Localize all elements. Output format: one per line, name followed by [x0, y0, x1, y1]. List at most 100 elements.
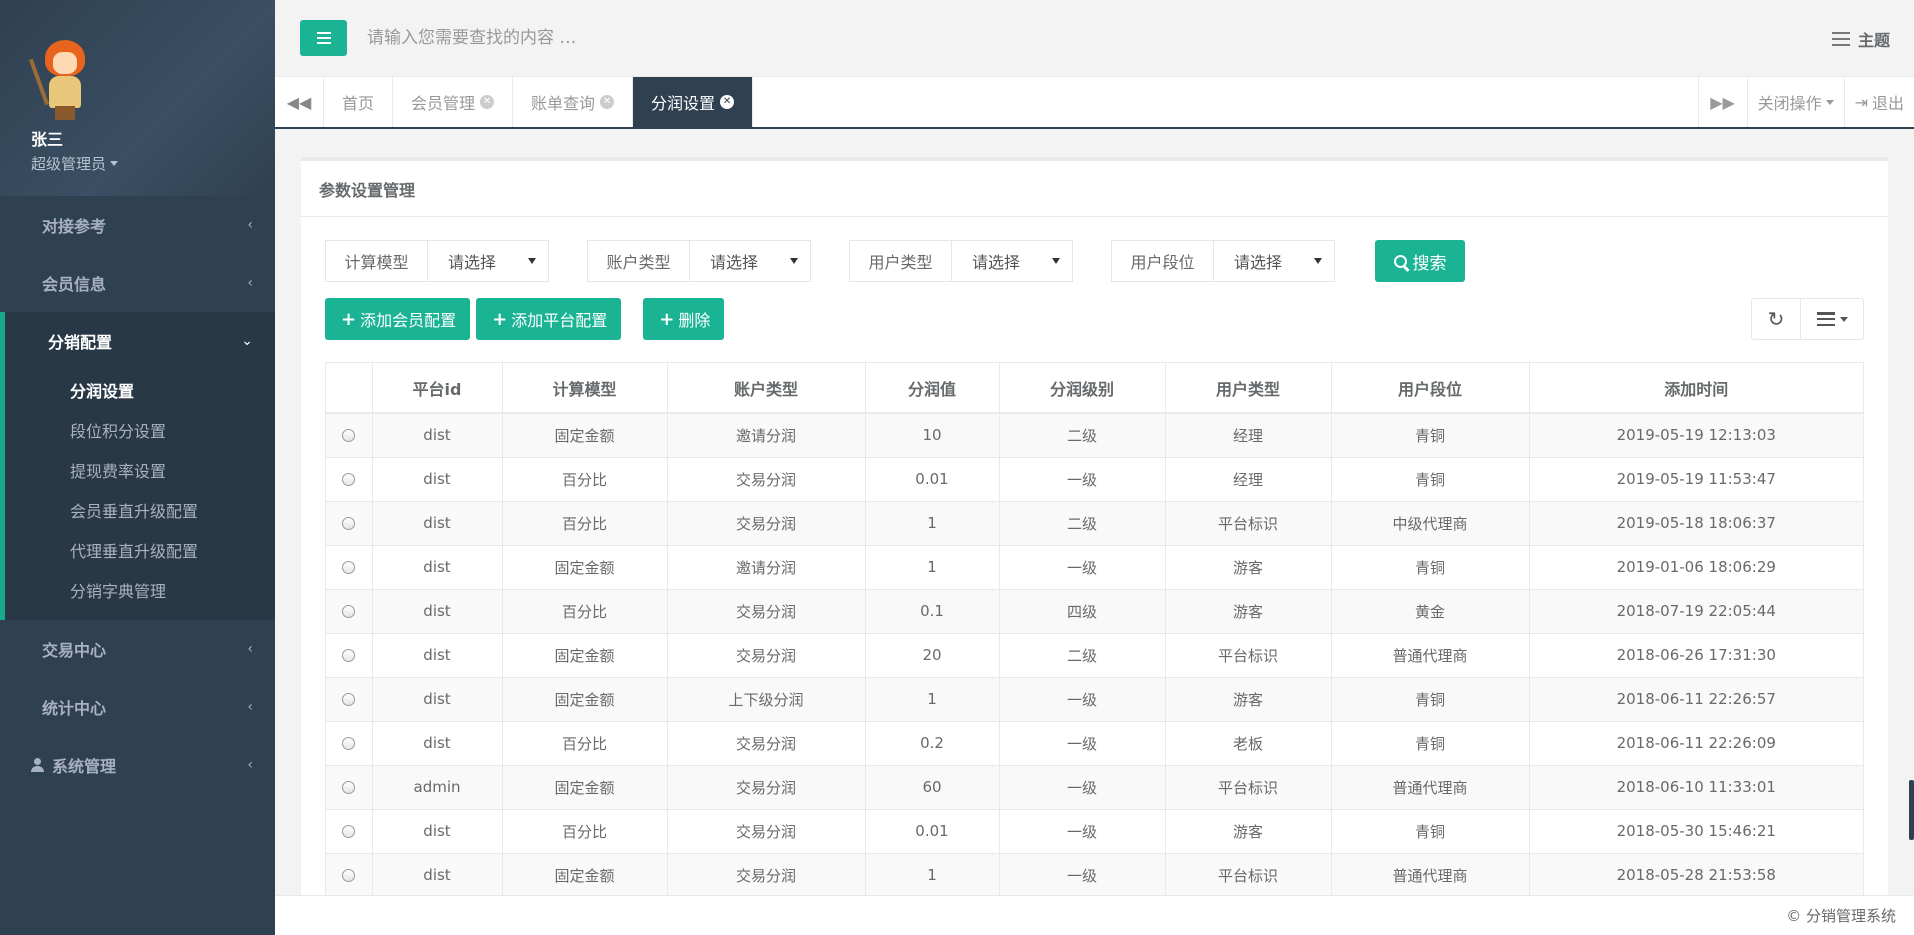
- row-select-cell: [326, 852, 373, 897]
- tab-profit-settings[interactable]: 分润设置 ✕: [633, 77, 754, 127]
- row-radio[interactable]: [342, 561, 356, 574]
- table-cell: 游客: [1165, 676, 1332, 721]
- tab-member-management[interactable]: 会员管理 ✕: [393, 77, 514, 127]
- close-operations-dropdown[interactable]: 关闭操作: [1746, 77, 1844, 127]
- theme-button[interactable]: 主题: [1831, 27, 1890, 51]
- close-icon[interactable]: ✕: [600, 95, 615, 109]
- close-icon[interactable]: ✕: [720, 95, 735, 109]
- calc-model-select[interactable]: 请选择: [428, 241, 548, 281]
- avatar[interactable]: [28, 38, 101, 120]
- submenu-item-agent-upgrade[interactable]: 代理垂直升级配置: [5, 530, 275, 570]
- table-cell: 交易分润: [667, 456, 866, 501]
- tab-bill-query[interactable]: 账单查询 ✕: [513, 77, 634, 127]
- column-header[interactable]: 分润级别: [999, 363, 1166, 414]
- logout-icon: ⇥: [1854, 92, 1868, 112]
- table-cell: 交易分润: [667, 808, 866, 853]
- table-row[interactable]: dist 固定金额 邀请分润 10 二级 经理 青铜 2019-05-19 12:13:03: [326, 412, 1863, 457]
- submenu-item-member-upgrade[interactable]: 会员垂直升级配置: [5, 490, 275, 530]
- sidebar-item-stats-center[interactable]: 统计中心 ‹: [0, 678, 275, 736]
- sidebar-item-docking-reference[interactable]: 对接参考 ‹: [0, 196, 275, 254]
- menu-toggle-button[interactable]: [300, 20, 347, 56]
- tab-scroll-left-button[interactable]: ◀◀: [275, 77, 324, 127]
- user-role-dropdown[interactable]: 超级管理员: [31, 153, 275, 174]
- row-radio[interactable]: [342, 825, 356, 838]
- row-select-cell: [326, 412, 373, 457]
- row-radio[interactable]: [342, 693, 356, 706]
- table-row[interactable]: dist 百分比 交易分润 0.1 四级 游客 黄金 2018-07-19 22:05:44: [326, 588, 1863, 633]
- table-cell: 2019-05-19 12:13:03: [1529, 412, 1863, 457]
- search-button[interactable]: 搜索: [1375, 240, 1465, 282]
- submenu-item-rank-points[interactable]: 段位积分设置: [5, 410, 275, 450]
- table-cell: 青铜: [1331, 544, 1530, 589]
- table-cell: 60: [865, 764, 1000, 809]
- table-row[interactable]: dist 百分比 交易分润 0.01 一级 经理 青铜 2019-05-19 11:53:47: [326, 456, 1863, 501]
- close-icon[interactable]: ✕: [480, 95, 495, 109]
- table-cell: 0.01: [865, 808, 1000, 853]
- table-row[interactable]: dist 百分比 交易分润 1 二级 平台标识 中级代理商 2019-05-18 18:06:…: [326, 500, 1863, 545]
- submenu-item-dictionary[interactable]: 分销字典管理: [5, 570, 275, 610]
- tab-home[interactable]: 首页: [324, 77, 394, 127]
- columns-toggle-button[interactable]: [1801, 298, 1864, 340]
- column-header[interactable]: 用户类型: [1165, 363, 1332, 414]
- table-cell: dist: [372, 544, 503, 589]
- sidebar-item-distribution-config[interactable]: 分销配置 ⌄: [5, 312, 275, 370]
- row-radio[interactable]: [342, 649, 356, 662]
- sidebar-item-system-management[interactable]: 系统管理 ‹: [0, 736, 275, 794]
- add-platform-config-button[interactable]: + 添加平台配置: [476, 298, 622, 340]
- table-cell: dist: [372, 852, 503, 897]
- delete-button[interactable]: + 删除: [643, 298, 725, 340]
- table-row[interactable]: dist 固定金额 上下级分润 1 一级 游客 青铜 2018-06-11 22:26:57: [326, 676, 1863, 721]
- row-radio[interactable]: [342, 737, 356, 750]
- table-cell: 一级: [999, 676, 1166, 721]
- tab-scroll-right-button[interactable]: ▶▶: [1697, 77, 1747, 127]
- table-row[interactable]: dist 固定金额 交易分润 1 一级 平台标识 普通代理商 2018-05-28 21:53…: [326, 852, 1863, 897]
- submenu-item-profit-settings[interactable]: 分润设置: [5, 370, 275, 410]
- filter-user-rank: 用户段位 请选择: [1111, 240, 1335, 282]
- table-cell: 普通代理商: [1331, 764, 1530, 809]
- refresh-button[interactable]: ↻: [1751, 298, 1801, 340]
- table-cell: 百分比: [502, 456, 668, 501]
- row-radio[interactable]: [342, 517, 356, 530]
- add-member-config-button[interactable]: + 添加会员配置: [325, 298, 471, 340]
- table-row[interactable]: dist 固定金额 邀请分润 1 一级 游客 青铜 2019-01-06 18:06:29: [326, 544, 1863, 589]
- table-cell: 固定金额: [502, 412, 668, 457]
- row-radio[interactable]: [342, 473, 356, 486]
- row-radio[interactable]: [342, 781, 356, 794]
- refresh-icon: ↻: [1767, 307, 1785, 331]
- column-header[interactable]: 用户段位: [1331, 363, 1530, 414]
- column-header[interactable]: 平台id: [372, 363, 503, 414]
- sidebar-item-member-info[interactable]: 会员信息 ‹: [0, 254, 275, 312]
- row-radio[interactable]: [342, 429, 356, 443]
- logout-button[interactable]: ⇥ 退出: [1843, 77, 1914, 127]
- table-cell: 0.2: [865, 720, 1000, 765]
- search-input[interactable]: [367, 20, 967, 56]
- table-cell: 交易分润: [667, 500, 866, 545]
- column-header[interactable]: 分润值: [865, 363, 1000, 414]
- table-cell: dist: [372, 632, 503, 677]
- button-label: 删除: [678, 311, 711, 330]
- table-cell: 普通代理商: [1331, 632, 1530, 677]
- row-radio[interactable]: [342, 605, 356, 618]
- column-header[interactable]: 添加时间: [1529, 363, 1863, 414]
- table-cell: 交易分润: [667, 588, 866, 633]
- table-cell: 经理: [1165, 412, 1332, 457]
- table-row[interactable]: dist 百分比 交易分润 0.01 一级 游客 青铜 2018-05-30 15:46:21: [326, 808, 1863, 853]
- column-header[interactable]: 账户类型: [667, 363, 866, 414]
- row-radio[interactable]: [342, 869, 356, 883]
- tabbar: ◀◀ 首页 会员管理 ✕ 账单查询 ✕ 分润设置 ✕ ▶▶ 关闭操作 ⇥ 退出: [275, 77, 1914, 129]
- sidebar-item-trade-center[interactable]: 交易中心 ‹: [0, 620, 275, 678]
- table-row[interactable]: admin 固定金额 交易分润 60 一级 平台标识 普通代理商 2018-06-10 11:…: [326, 764, 1863, 809]
- submenu-item-withdraw-rate[interactable]: 提现费率设置: [5, 450, 275, 490]
- table-cell: 2018-06-26 17:31:30: [1529, 632, 1863, 677]
- scrollbar-thumb[interactable]: [1909, 780, 1914, 840]
- table-row[interactable]: dist 百分比 交易分润 0.2 一级 老板 青铜 2018-06-11 22:26:09: [326, 720, 1863, 765]
- user-rank-select[interactable]: 请选择: [1214, 241, 1334, 281]
- caret-down-icon: [1825, 99, 1834, 105]
- column-header[interactable]: 计算模型: [502, 363, 668, 414]
- table-row[interactable]: dist 固定金额 交易分润 20 二级 平台标识 普通代理商 2018-06-26 17:3…: [326, 632, 1863, 677]
- account-type-select[interactable]: 请选择: [690, 241, 810, 281]
- theme-icon: [1831, 32, 1850, 46]
- table-cell: 平台标识: [1165, 764, 1332, 809]
- user-type-select[interactable]: 请选择: [952, 241, 1072, 281]
- table-cell: 一级: [999, 720, 1166, 765]
